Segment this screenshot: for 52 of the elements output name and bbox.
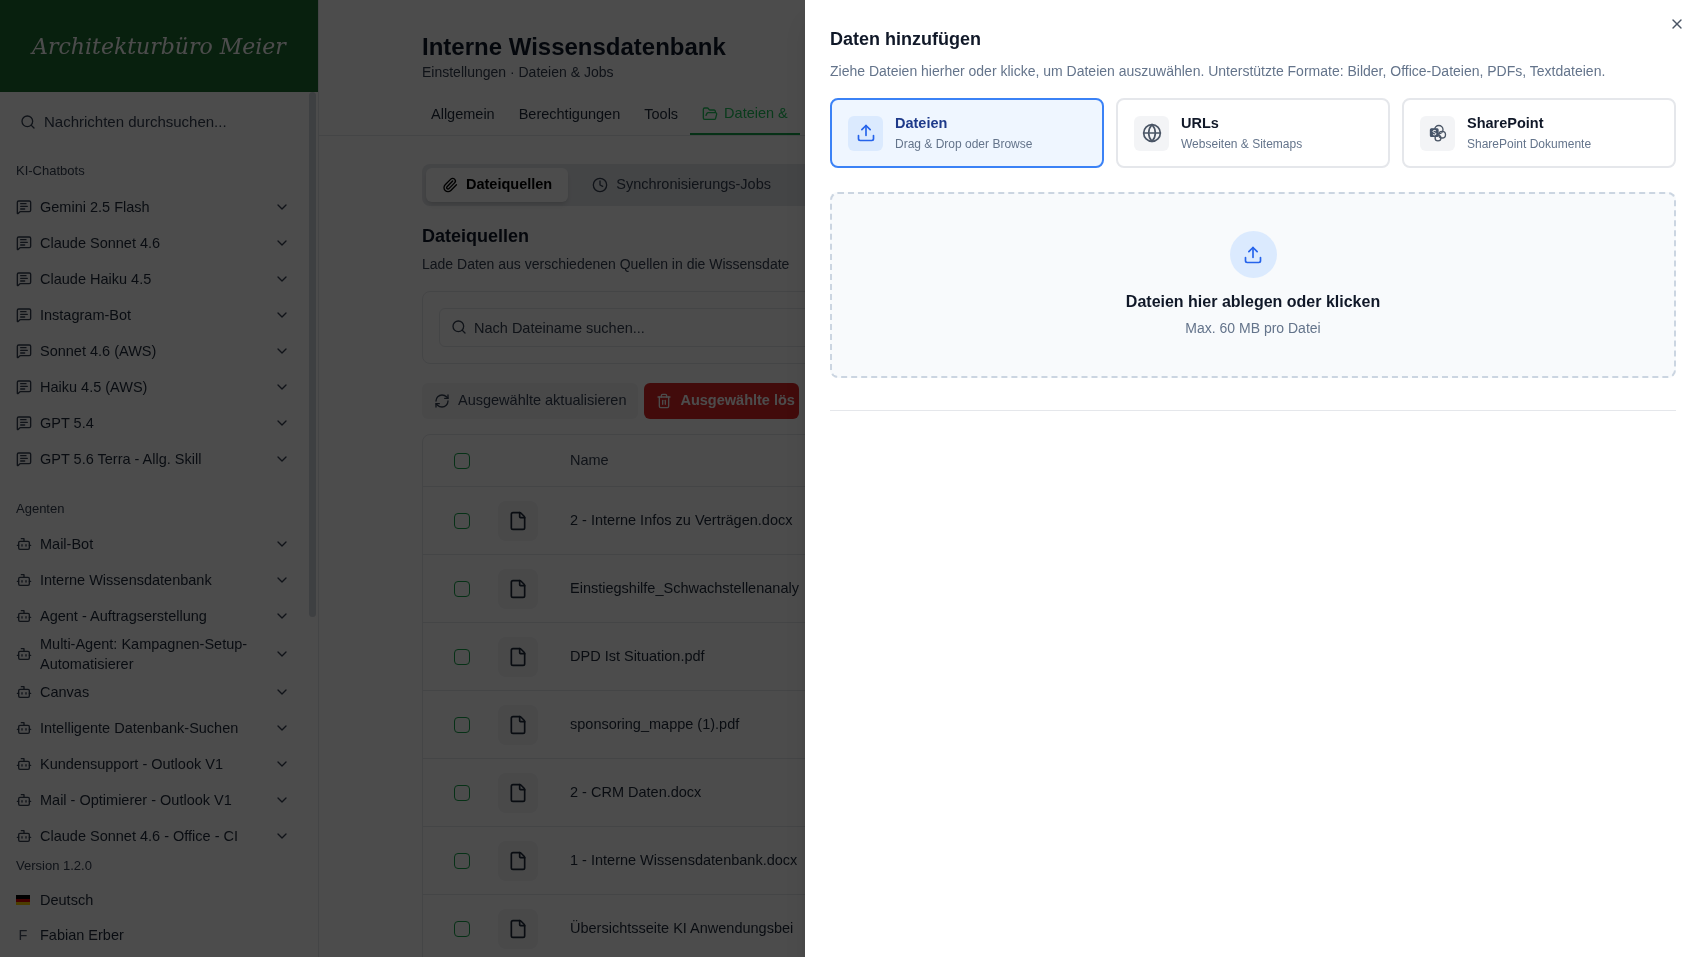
upload-icon [1229, 231, 1277, 278]
user-name: Fabian Erber [40, 926, 124, 946]
backdrop-overlay[interactable] [0, 0, 805, 957]
source-subtitle: SharePoint Dokumente [1467, 135, 1592, 153]
file-name: 2 - Interne Infos zu Verträgen.docx [570, 510, 793, 530]
sidebar-item-label: Interne Wissensdatenbank [40, 571, 213, 590]
sidebar-item-label: GPT 5.6 Terra - Allg. Skill [40, 449, 203, 469]
sidebar-item-label: Agent - Auftragserstellung [40, 607, 208, 626]
source-title: URLs [1181, 114, 1220, 134]
version-label: Version 1.2.0 [15, 857, 93, 875]
sidebar-item-label: Sonnet 4.6 (AWS) [40, 341, 158, 361]
sidebar-item-label: Intelligente Datenbank-Suchen [40, 719, 240, 738]
file-name: 1 - Interne Wissensdatenbank.docx [570, 850, 798, 870]
upload-icon [848, 115, 883, 151]
section-label: Agenten [15, 499, 66, 518]
source-option[interactable]: Dateien Drag & Drop oder Browse [830, 98, 1104, 168]
file-name: Übersichtsseite KI Anwendungsbei [570, 918, 794, 938]
sharepoint-icon [1420, 115, 1455, 151]
sidebar-item-label: Claude Sonnet 4.6 - Office - CI [40, 827, 239, 846]
sidebar-item-label: Mail-Bot [40, 535, 95, 554]
file-name: DPD Ist Situation.pdf [570, 646, 705, 666]
section-description: Lade Daten aus verschiedenen Quellen in die Wissensdate [422, 255, 791, 274]
column-header: Name [570, 450, 609, 470]
source-subtitle: Drag & Drop oder Browse [895, 135, 1033, 153]
source-subtitle: Webseiten & Sitemaps [1181, 135, 1303, 153]
sidebar-item-label: GPT 5.4 [40, 413, 95, 433]
file-name: sponsoring_mappe (1).pdf [570, 714, 740, 734]
sidebar-item-label: Gemini 2.5 Flash [40, 197, 151, 217]
sidebar-item-label: Instagram-Bot [40, 305, 133, 325]
source-title: Dateien [895, 114, 949, 134]
source-option[interactable]: SharePoint SharePoint Dokumente [1402, 98, 1676, 168]
section-label: KI-Chatbots [15, 162, 86, 180]
page-title: Interne Wissensdatenbank [422, 32, 727, 62]
sidebar-item-label: Claude Haiku 4.5 [40, 269, 153, 289]
sidebar-item-label: Multi-Agent: Kampagnen-Setup-Automatisierer [40, 635, 249, 674]
source-option[interactable]: URLs Webseiten & Sitemaps [1116, 98, 1390, 168]
sidebar-item-label: Haiku 4.5 (AWS) [40, 377, 149, 397]
panel-description: Ziehe Dateien hierher oder klicke, um Dateien auszuwählen. Unterstützte Formate: Bilder, Office-Dateien, PDFs, Textdateien. [830, 62, 1607, 81]
drop-zone-hint: Max. 60 MB pro Datei [1185, 319, 1321, 338]
drop-zone-title: Dateien hier ablegen oder klicken [1125, 292, 1381, 312]
sidebar-item-label: Canvas [40, 683, 91, 702]
panel-title: Daten hinzufügen [830, 28, 982, 51]
section-title: Dateiquellen [422, 225, 531, 248]
globe-icon [1134, 115, 1169, 151]
sidebar-item-label: Mail - Optimierer - Outlook V1 [40, 791, 233, 810]
file-name: 2 - CRM Daten.docx [570, 782, 702, 802]
file-name: Einstiegshilfe_Schwachstellenanaly [570, 578, 799, 598]
drop-zone[interactable]: Dateien hier ablegen oder klicken Max. 60 MB pro Datei [830, 192, 1676, 378]
source-title: SharePoint [1467, 114, 1545, 134]
breadcrumb: Einstellungen · Dateien & Jobs [422, 63, 615, 82]
sidebar-item-label: Kundensupport - Outlook V1 [40, 755, 224, 774]
sidebar-item-label: Claude Sonnet 4.6 [40, 233, 162, 253]
